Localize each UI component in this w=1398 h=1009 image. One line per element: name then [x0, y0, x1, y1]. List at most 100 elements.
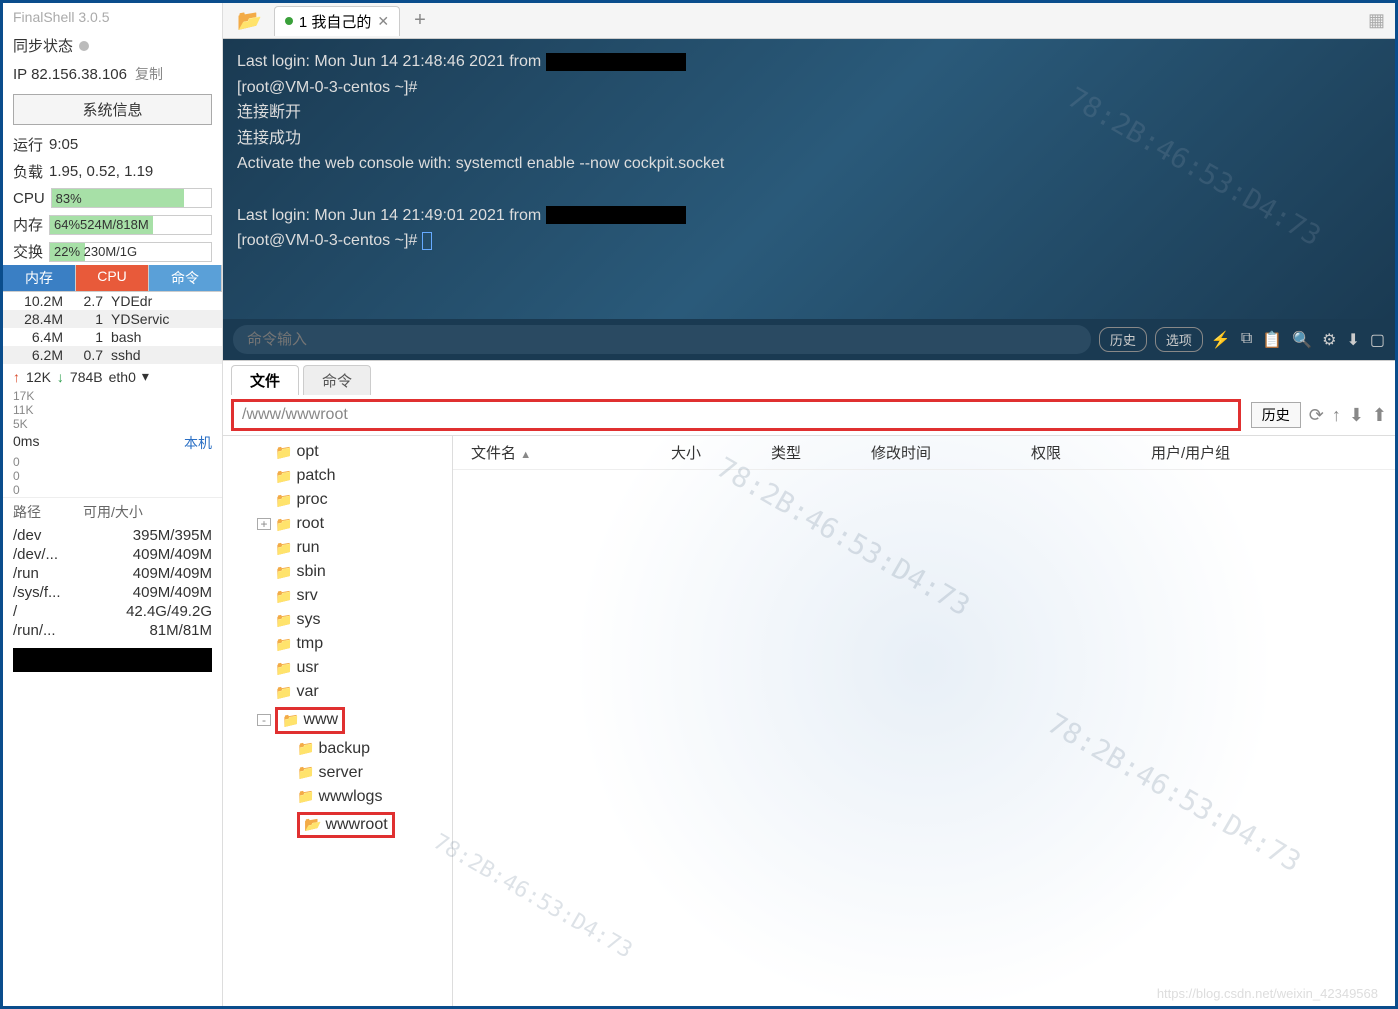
terminal-line: 连接成功 [237, 126, 1381, 152]
layout-grid-icon[interactable]: ▦ [1368, 10, 1385, 31]
disk-row[interactable]: /dev/...409M/409M [3, 545, 222, 564]
terminal[interactable]: Last login: Mon Jun 14 21:48:46 2021 fro… [223, 39, 1395, 319]
disk-row[interactable]: /run409M/409M [3, 564, 222, 583]
tree-item-sys[interactable]: 📁sys [223, 608, 452, 632]
sidebar: FinalShell 3.0.5 同步状态 IP 82.156.38.106 复… [3, 3, 223, 1006]
download-icon[interactable]: ⬇ [1346, 330, 1359, 350]
fullscreen-icon[interactable]: ▢ [1370, 330, 1385, 350]
chart-y-label: 5K [13, 417, 212, 431]
terminal-cursor [422, 232, 432, 250]
tree-item-label: proc [296, 491, 327, 509]
tree-item-backup[interactable]: 📁backup [223, 737, 452, 761]
file-tab-files[interactable]: 文件 [231, 365, 299, 395]
tree-expander-icon [257, 566, 271, 578]
tree-item-root[interactable]: +📁root [223, 512, 452, 536]
download-file-icon[interactable]: ⬇ [1349, 405, 1364, 426]
process-row[interactable]: 28.4M1YDServic [3, 310, 222, 328]
system-info-button[interactable]: 系统信息 [13, 94, 212, 125]
tree-expander-icon [257, 590, 271, 602]
up-level-icon[interactable]: ↑ [1332, 405, 1341, 426]
dropdown-icon[interactable]: ▾ [142, 368, 149, 385]
disk-header-path: 路径 [13, 502, 83, 522]
download-arrow-icon: ↓ [57, 369, 64, 385]
lightning-icon[interactable]: ⚡ [1211, 330, 1231, 350]
tree-item-label: sys [296, 611, 320, 629]
tree-expander-icon[interactable]: - [257, 714, 271, 726]
tree-item-proc[interactable]: 📁proc [223, 488, 452, 512]
tree-item-var[interactable]: 📁var [223, 680, 452, 704]
tree-item-wwwlogs[interactable]: 📁wwwlogs [223, 785, 452, 809]
folder-icon: 📁 [275, 492, 292, 509]
process-row[interactable]: 6.2M0.7sshd [3, 346, 222, 364]
col-permission[interactable]: 权限 [1023, 442, 1143, 463]
col-modified[interactable]: 修改时间 [863, 442, 1023, 463]
terminal-line: [root@VM-0-3-centos ~]# [237, 75, 1381, 101]
close-tab-icon[interactable]: ✕ [377, 13, 389, 30]
paste-icon[interactable]: 📋 [1262, 330, 1282, 350]
status-dot-icon [285, 17, 293, 25]
tree-item-patch[interactable]: 📁patch [223, 464, 452, 488]
disk-row[interactable]: /sys/f...409M/409M [3, 583, 222, 602]
path-input[interactable]: /www/wwwroot [231, 399, 1241, 431]
swap-bar: 22% 230M/1G [49, 242, 212, 262]
tree-expander-icon [257, 662, 271, 674]
disk-row[interactable]: /dev395M/395M [3, 526, 222, 545]
net-interface[interactable]: eth0 [109, 369, 136, 385]
app-title: FinalShell 3.0.5 [3, 3, 222, 31]
tree-expander-icon[interactable]: + [257, 518, 271, 530]
tree-item-wwwroot[interactable]: 📂wwwroot [223, 809, 452, 842]
terminal-line: Last login: Mon Jun 14 21:48:46 2021 fro… [237, 53, 541, 70]
tree-item-usr[interactable]: 📁usr [223, 656, 452, 680]
col-filename[interactable]: 文件名 ▲ [463, 442, 663, 463]
tree-item-label: sbin [296, 563, 325, 581]
tree-item-sbin[interactable]: 📁sbin [223, 560, 452, 584]
process-row[interactable]: 10.2M2.7YDEdr [3, 292, 222, 310]
tree-item-www[interactable]: -📁www [223, 704, 452, 737]
folder-icon: 📁 [275, 636, 292, 653]
open-folder-icon[interactable]: 📂 [229, 8, 270, 33]
tree-item-tmp[interactable]: 📁tmp [223, 632, 452, 656]
options-button[interactable]: 选项 [1155, 327, 1203, 352]
disk-header-size: 可用/大小 [83, 502, 143, 522]
col-user[interactable]: 用户/用户组 [1143, 442, 1385, 463]
tree-item-server[interactable]: 📁server [223, 761, 452, 785]
sync-label: 同步状态 [13, 35, 73, 56]
col-type[interactable]: 类型 [763, 442, 863, 463]
upload-file-icon[interactable]: ⬆ [1372, 405, 1387, 426]
history-button[interactable]: 历史 [1099, 327, 1147, 352]
ping-host-link[interactable]: 本机 [184, 433, 212, 453]
search-icon[interactable]: 🔍 [1292, 330, 1312, 350]
swap-value: 22% 230M/1G [50, 244, 137, 259]
proc-tab-cpu[interactable]: CPU [76, 265, 149, 291]
proc-tab-mem[interactable]: 内存 [3, 265, 76, 291]
chart-y-label: 11K [13, 403, 212, 417]
sort-asc-icon: ▲ [520, 449, 531, 461]
tree-item-srv[interactable]: 📁srv [223, 584, 452, 608]
tree-item-run[interactable]: 📁run [223, 536, 452, 560]
disk-row[interactable]: /run/...81M/81M [3, 621, 222, 640]
folder-icon: 📂 [304, 816, 321, 833]
refresh-icon[interactable]: ⟳ [1309, 405, 1324, 426]
process-row[interactable]: 6.4M1bash [3, 328, 222, 346]
tree-item-opt[interactable]: 📁opt [223, 440, 452, 464]
directory-tree: 📁opt📁patch📁proc+📁root📁run📁sbin📁srv📁sys📁t… [223, 436, 453, 1006]
tree-item-label: tmp [296, 635, 323, 653]
copy-ip-link[interactable]: 复制 [135, 64, 163, 84]
tree-expander-icon [279, 743, 293, 755]
load-label: 负载 [13, 161, 43, 182]
file-tab-commands[interactable]: 命令 [303, 365, 371, 395]
path-history-button[interactable]: 历史 [1251, 402, 1301, 428]
folder-icon: 📁 [297, 788, 314, 805]
col-size[interactable]: 大小 [663, 442, 763, 463]
runtime-label: 运行 [13, 134, 43, 155]
folder-icon: 📁 [282, 712, 299, 729]
command-input[interactable] [233, 325, 1091, 354]
proc-tab-cmd[interactable]: 命令 [149, 265, 222, 291]
session-tab[interactable]: 1 我自己的 ✕ [274, 6, 400, 36]
tree-item-label: var [296, 683, 318, 701]
disk-row[interactable]: /42.4G/49.2G [3, 602, 222, 621]
new-tab-button[interactable]: + [404, 9, 436, 32]
tree-expander-icon [257, 470, 271, 482]
copy-icon[interactable]: ⧉ [1241, 330, 1252, 350]
gear-icon[interactable]: ⚙ [1322, 330, 1336, 350]
